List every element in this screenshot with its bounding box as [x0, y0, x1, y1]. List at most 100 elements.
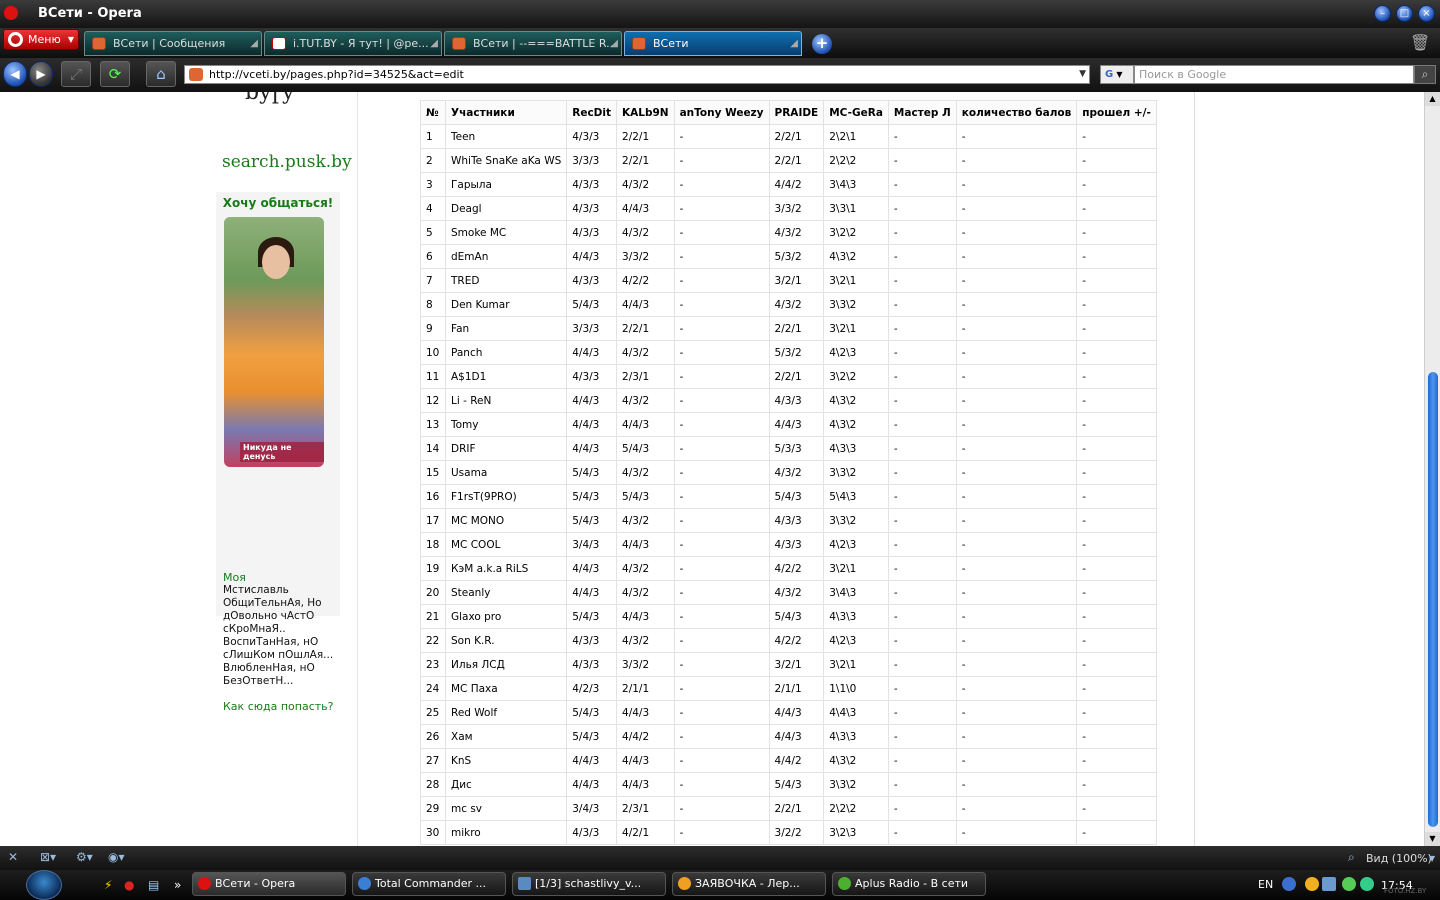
table-cell: Usama: [444, 460, 568, 485]
tray-radio-icon[interactable]: [1360, 877, 1374, 891]
table-cell: 4\3\3: [823, 604, 889, 629]
table-cell: 30: [420, 820, 446, 845]
table-cell: 3/3/2: [768, 196, 825, 221]
task-schastlivy[interactable]: [1/3] schastlivy_v...: [512, 872, 666, 896]
table-row: 29 mc sv 3/4/3 2/3/1-2/2/1 2\2\2- - -: [420, 796, 1157, 821]
stop-icon[interactable]: ⤢: [61, 61, 91, 87]
table-cell: Tomy: [444, 412, 568, 437]
trash-icon[interactable]: 🗑: [1410, 33, 1430, 52]
table-cell: -: [673, 460, 770, 485]
results-table: № Участники RecDit KALb9N anTony Weezy PRAIDE…: [420, 100, 1157, 845]
tab-close-icon[interactable]: ◢: [430, 32, 438, 55]
table-cell: -: [887, 412, 957, 437]
task-aplus-radio[interactable]: Aplus Radio - В сети: [832, 872, 986, 896]
table-cell: -: [1076, 172, 1157, 197]
search-engine-select[interactable]: G ▼: [1100, 65, 1134, 84]
table-cell: Teen: [444, 124, 568, 149]
table-cell: 3\2\1: [823, 556, 889, 581]
table-cell: 5/4/3: [566, 484, 618, 509]
panel-toggle-icon[interactable]: ✕: [8, 850, 18, 864]
vertical-scrollbar[interactable]: ▲ ▼: [1424, 92, 1440, 846]
table-cell: 1: [420, 124, 446, 149]
table-cell: Fan: [444, 316, 568, 341]
table-cell: -: [673, 628, 770, 653]
column-header: PRAIDE: [768, 100, 825, 125]
chevron-down-icon[interactable]: ▼: [1079, 66, 1086, 83]
back-icon[interactable]: ◀: [3, 61, 27, 87]
search-pusk-link[interactable]: search.pusk.by: [222, 152, 352, 172]
tray-icq-icon[interactable]: [1342, 877, 1356, 891]
tab-battle[interactable]: ВСети | --===BATTLE R... ◢: [444, 31, 622, 56]
profile-photo[interactable]: Никуда не денусь: [224, 217, 324, 467]
scroll-down-icon[interactable]: ▼: [1425, 832, 1440, 846]
table-cell: -: [887, 820, 957, 845]
table-cell: -: [673, 340, 770, 365]
google-icon: G: [1105, 69, 1114, 80]
scroll-up-icon[interactable]: ▲: [1425, 92, 1440, 106]
quicklaunch-icon[interactable]: ⚡: [104, 878, 112, 892]
table-cell: 4\3\2: [823, 748, 889, 773]
tray-network-icon[interactable]: [1282, 877, 1296, 891]
language-indicator[interactable]: EN: [1258, 878, 1273, 891]
table-row: 23 Илья ЛСД 4/3/3 3/3/2-3/2/1 3\2\1- - -: [420, 652, 1157, 677]
quicklaunch-opera-icon[interactable]: ●: [124, 878, 134, 892]
table-cell: -: [887, 172, 957, 197]
zoom-level[interactable]: Вид (100%): [1366, 852, 1432, 865]
maximize-icon[interactable]: □: [1396, 5, 1413, 22]
minimize-icon[interactable]: –: [1374, 5, 1391, 22]
table-cell: 4/3/2: [768, 292, 825, 317]
quicklaunch-more-icon[interactable]: »: [174, 878, 181, 892]
task-zayavochka[interactable]: ЗАЯВОЧКА - Лер...: [672, 872, 826, 896]
task-total-commander[interactable]: Total Commander ...: [352, 872, 506, 896]
tab-vseti-active[interactable]: ВСети ◢: [624, 31, 802, 56]
table-cell: DRIF: [444, 436, 568, 461]
column-header: количество балов: [955, 100, 1078, 125]
search-input[interactable]: Поиск в Google: [1134, 65, 1414, 84]
table-cell: -: [1076, 820, 1157, 845]
start-button[interactable]: [26, 870, 62, 900]
table-cell: Гарыла: [444, 172, 568, 197]
search-icon[interactable]: ⌕: [1414, 65, 1436, 84]
home-icon[interactable]: ⌂: [146, 61, 176, 87]
address-input[interactable]: http://vceti.by/pages.php?id=34525&act=e…: [184, 65, 1090, 84]
new-tab-icon[interactable]: +: [812, 34, 832, 54]
table-cell: -: [1076, 748, 1157, 773]
reload-icon[interactable]: ⟳: [100, 61, 130, 87]
table-cell: -: [955, 820, 1078, 845]
tray-app-icon[interactable]: [1305, 877, 1319, 891]
chevron-down-icon[interactable]: ▼: [1429, 854, 1435, 863]
tab-close-icon[interactable]: ◢: [790, 32, 798, 55]
table-cell: MC COOL: [444, 532, 568, 557]
table-cell: 4/3/3: [566, 196, 618, 221]
table-cell: 2\2\2: [823, 796, 889, 821]
profile-name[interactable]: Моя: [223, 571, 246, 584]
menu-button[interactable]: Меню ▼: [3, 29, 79, 50]
quicklaunch-folder-icon[interactable]: ▤: [148, 878, 159, 892]
table-cell: -: [1076, 316, 1157, 341]
table-cell: 4/3/3: [566, 268, 618, 293]
table-cell: 21: [420, 604, 446, 629]
table-cell: 4/3/2: [616, 556, 675, 581]
table-cell: 4/4/3: [616, 772, 675, 797]
unite-icon[interactable]: ◉▾: [108, 850, 125, 864]
task-opera[interactable]: ВСети - Opera: [192, 872, 346, 896]
table-cell: 11: [420, 364, 446, 389]
table-row: 17 MC MONO 5/4/3 4/3/2-4/3/3 3\3\2- - -: [420, 508, 1157, 533]
tab-close-icon[interactable]: ◢: [250, 32, 258, 55]
table-row: 22 Son K.R. 4/3/3 4/3/2-4/2/2 4\2\3- - -: [420, 628, 1157, 653]
table-cell: 2/2/1: [768, 796, 825, 821]
address-url: http://vceti.by/pages.php?id=34525&act=e…: [209, 68, 464, 81]
howto-link[interactable]: Как сюда попасть?: [223, 700, 333, 713]
scroll-thumb[interactable]: [1428, 372, 1438, 827]
task-app-icon: [518, 877, 531, 890]
turbo-icon[interactable]: ⚙▾: [76, 850, 93, 864]
tab-close-icon[interactable]: ◢: [610, 32, 618, 55]
view-mode-icon[interactable]: ⊠▾: [40, 850, 56, 864]
close-icon[interactable]: ×: [1418, 5, 1435, 22]
tab-tutby[interactable]: i.TUT.BY - Я тут! | @pe... ◢: [264, 31, 442, 56]
table-cell: 27: [420, 748, 446, 773]
tab-messages[interactable]: ВСети | Сообщения ◢: [84, 31, 262, 56]
table-cell: 4\2\3: [823, 532, 889, 557]
forward-icon[interactable]: ▶: [29, 61, 53, 87]
tray-monitor-icon[interactable]: [1322, 877, 1336, 891]
